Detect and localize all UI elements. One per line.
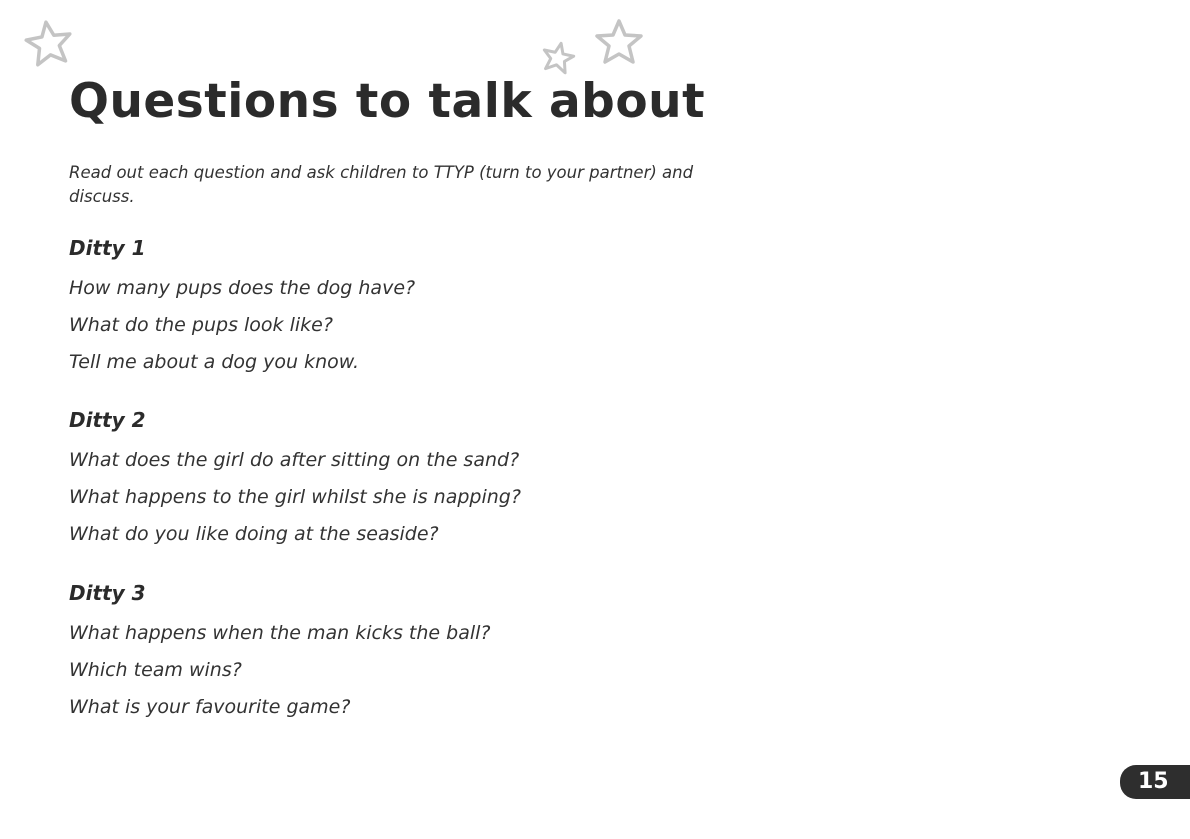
question: Tell me about a dog you know. xyxy=(69,351,360,373)
question: What happens when the man kicks the ball… xyxy=(69,622,491,644)
question: What is your favourite game? xyxy=(69,696,351,718)
intro-text: Read out each question and ask children … xyxy=(69,163,694,206)
question: What do you like doing at the seaside? xyxy=(69,523,439,545)
section-heading: Ditty 3 xyxy=(69,581,146,605)
question: What does the girl do after sitting on t… xyxy=(69,449,520,471)
section-ditty-1: Ditty 1 How many pups does the dog have?… xyxy=(69,233,415,381)
question: How many pups does the dog have? xyxy=(69,277,416,299)
page-number-badge: 15 xyxy=(1120,765,1190,799)
section-heading: Ditty 1 xyxy=(69,236,146,260)
section-heading: Ditty 2 xyxy=(69,408,146,432)
page-title: Questions to talk about xyxy=(69,74,706,129)
question: Which team wins? xyxy=(69,659,242,681)
question: What happens to the girl whilst she is n… xyxy=(69,486,521,508)
star-icon xyxy=(24,20,72,67)
star-icon xyxy=(595,19,643,64)
star-icon xyxy=(542,41,576,75)
section-ditty-3: Ditty 3 What happens when the man kicks … xyxy=(69,578,490,726)
question: What do the pups look like? xyxy=(69,314,333,336)
section-ditty-2: Ditty 2 What does the girl do after sitt… xyxy=(69,405,521,553)
